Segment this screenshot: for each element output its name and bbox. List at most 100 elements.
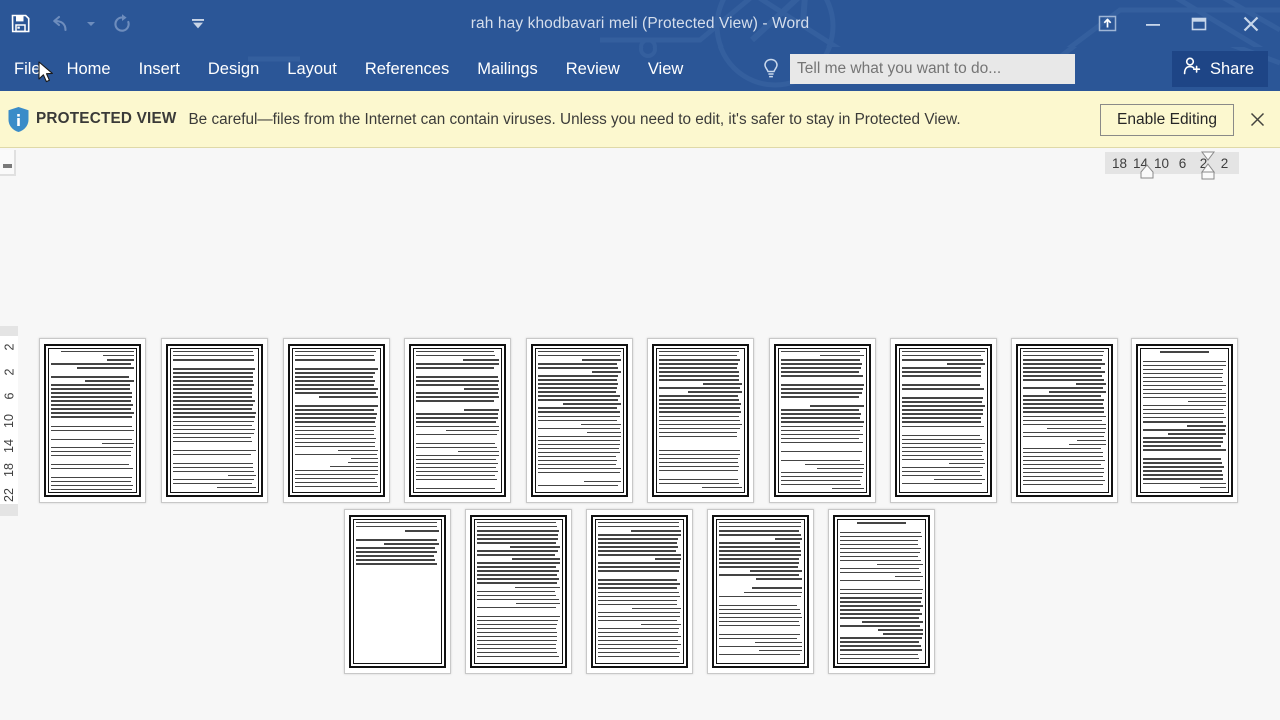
tab-view[interactable]: View [634, 47, 697, 91]
text-line [1023, 355, 1104, 357]
text-line [659, 371, 740, 373]
text-line [356, 539, 437, 541]
page-thumbnail[interactable] [769, 338, 876, 503]
text-line [477, 554, 556, 556]
text-line [659, 399, 740, 401]
close-protected-view-bar-icon[interactable] [1246, 108, 1268, 130]
text-line [883, 633, 923, 635]
text-line [1143, 458, 1222, 460]
text-line [51, 463, 130, 466]
page-thumbnail[interactable] [890, 338, 997, 503]
page-thumbnail[interactable] [465, 509, 572, 674]
text-line [719, 612, 802, 615]
text-line [640, 623, 681, 626]
page-text-block [416, 351, 499, 490]
undo-icon[interactable] [40, 5, 80, 43]
tab-mailings[interactable]: Mailings [463, 47, 552, 91]
text-line [598, 562, 681, 564]
text-line [749, 570, 802, 572]
page-thumbnail[interactable] [647, 338, 754, 503]
text-line [295, 453, 377, 456]
save-icon[interactable] [0, 5, 40, 43]
text-line [538, 435, 621, 438]
text-line [781, 392, 862, 394]
page-thumbnail[interactable] [1131, 338, 1238, 503]
title-bar: rah hay khodbavari meli (Protected View)… [0, 0, 1280, 47]
text-line [1023, 475, 1103, 478]
page-thumbnail[interactable] [586, 509, 693, 674]
text-line [1167, 433, 1226, 435]
close-icon[interactable] [1222, 4, 1280, 44]
text-line [464, 388, 499, 390]
text-line [659, 403, 741, 405]
minimize-icon[interactable] [1130, 4, 1176, 44]
text-line [719, 620, 799, 623]
text-line [659, 355, 738, 357]
quick-access-toolbar [0, 0, 209, 47]
page-thumbnail[interactable] [1011, 338, 1118, 503]
text-line [840, 551, 921, 554]
text-line [416, 417, 498, 419]
text-line [659, 423, 742, 425]
text-line [809, 405, 864, 407]
text-line [477, 615, 560, 618]
text-line [840, 641, 920, 643]
text-line [1143, 437, 1224, 439]
text-line [1023, 480, 1106, 482]
page-thumbnail[interactable] [344, 509, 451, 674]
text-line [509, 546, 560, 548]
text-line [1023, 459, 1105, 462]
tab-home[interactable]: Home [53, 47, 125, 91]
page-thumbnail[interactable] [707, 509, 814, 674]
text-line [719, 604, 798, 606]
text-line [416, 466, 496, 469]
text-line [538, 415, 620, 417]
page-thumbnail[interactable] [828, 509, 935, 674]
text-line [216, 486, 256, 489]
ribbon-display-options-icon[interactable] [1084, 4, 1130, 44]
page-thumbnail[interactable] [39, 338, 146, 503]
text-line [538, 463, 617, 466]
text-line [659, 449, 741, 452]
restore-icon[interactable] [1176, 4, 1222, 44]
text-line [895, 575, 923, 578]
text-line [173, 380, 253, 382]
page-thumbnail[interactable] [404, 338, 511, 503]
text-line [102, 442, 134, 445]
text-line [598, 579, 678, 581]
tab-references[interactable]: References [351, 47, 463, 91]
tab-layout[interactable]: Layout [273, 47, 351, 91]
page-thumbnail[interactable] [526, 338, 633, 503]
enable-editing-button[interactable]: Enable Editing [1100, 104, 1234, 136]
text-line [295, 359, 375, 361]
tab-design[interactable]: Design [194, 47, 273, 91]
text-line [1068, 443, 1106, 446]
text-line [51, 400, 131, 402]
text-line [781, 471, 863, 474]
tab-review[interactable]: Review [552, 47, 634, 91]
text-line [351, 457, 378, 460]
tell-me-input[interactable] [790, 54, 1075, 84]
text-line [295, 384, 375, 386]
text-line [477, 619, 558, 622]
customize-quick-access-toolbar-icon[interactable] [187, 5, 209, 43]
text-line [173, 388, 252, 390]
text-line [598, 635, 681, 638]
share-button[interactable]: Share [1171, 51, 1268, 87]
text-line [1023, 484, 1103, 486]
tab-insert[interactable]: Insert [125, 47, 194, 91]
redo-icon[interactable] [102, 5, 142, 43]
page-thumbnail[interactable] [161, 338, 268, 503]
text-line [538, 407, 618, 409]
text-line [719, 616, 802, 619]
text-line [1023, 455, 1104, 458]
undo-dropdown-icon[interactable] [80, 5, 102, 43]
text-line [51, 446, 134, 449]
tab-file[interactable]: File [0, 47, 53, 91]
document-canvas[interactable]: 18 14 10 6 2 2 2 2 6 10 14 18 22 [0, 148, 1280, 720]
page-thumbnail-grid[interactable] [0, 148, 1280, 720]
page-thumbnail[interactable] [283, 338, 390, 503]
text-line [840, 589, 923, 591]
text-line [60, 351, 134, 353]
text-line [538, 351, 621, 353]
